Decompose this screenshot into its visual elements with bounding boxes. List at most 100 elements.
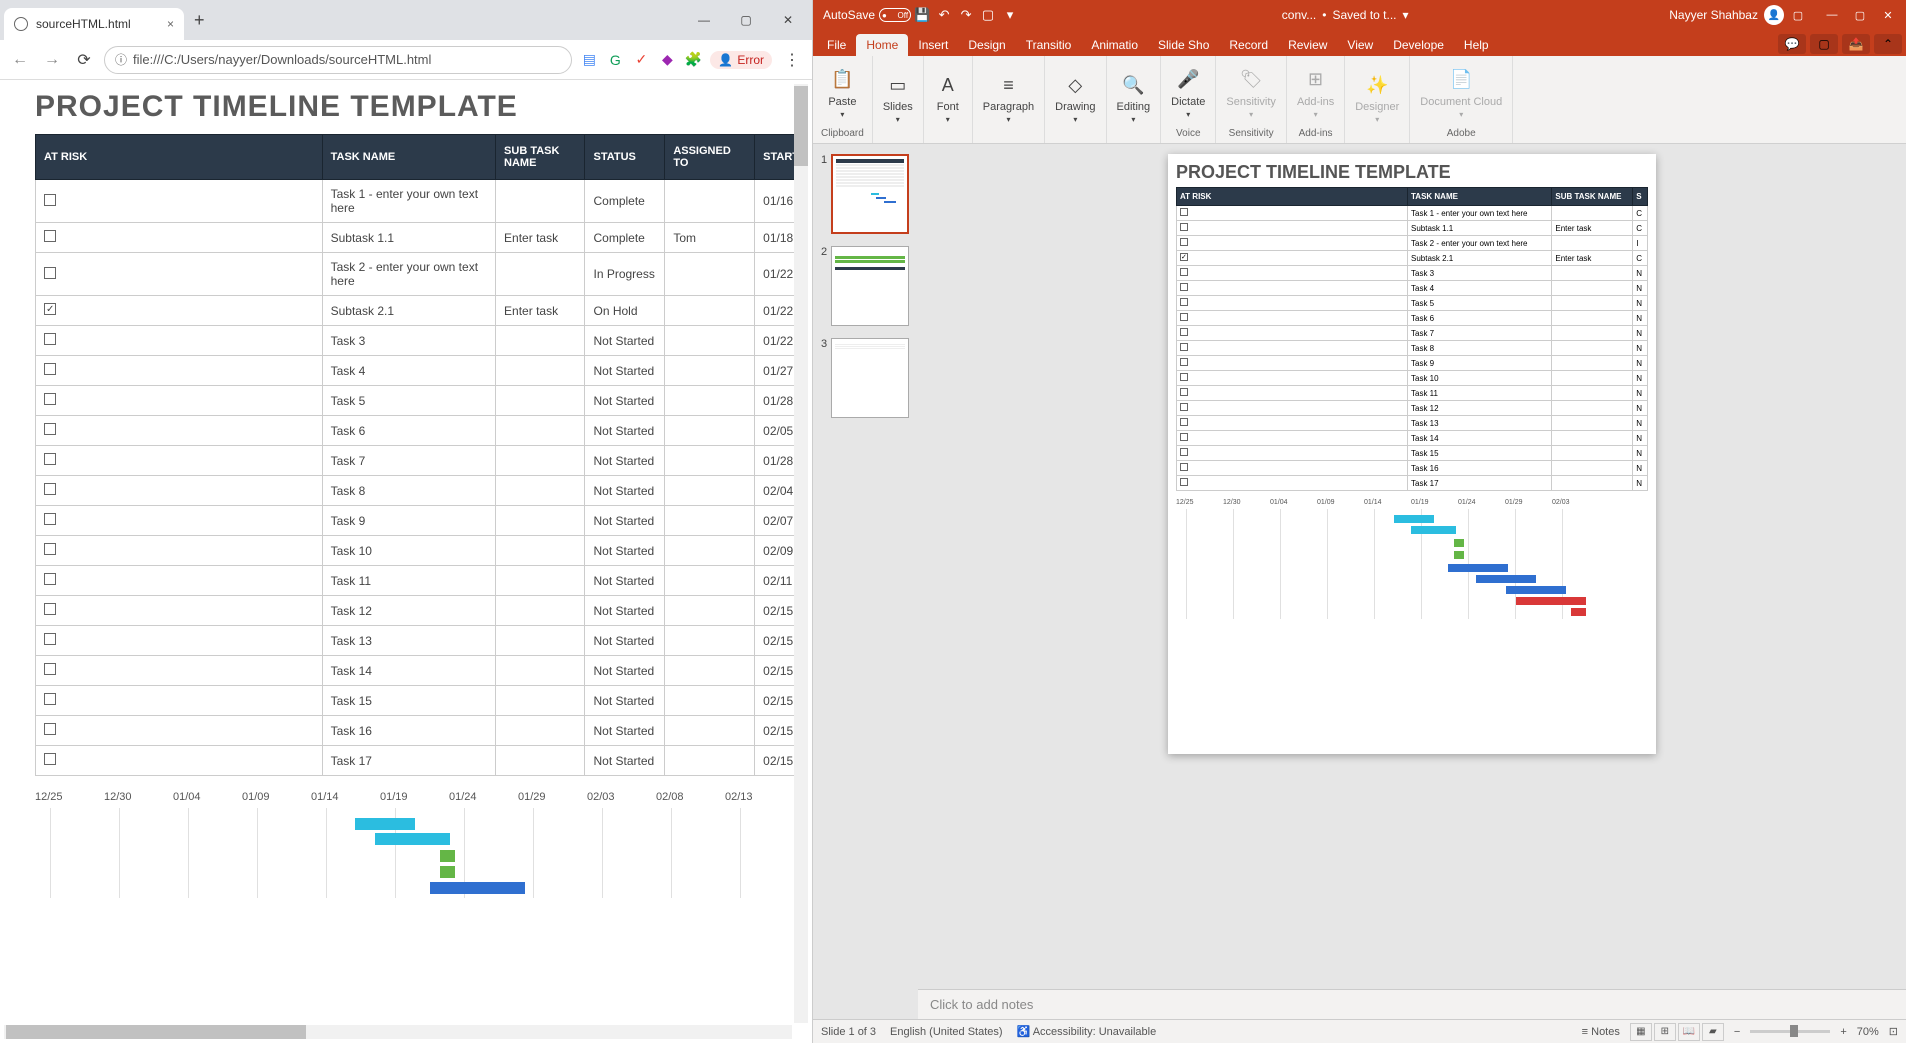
forward-button[interactable]: →: [40, 48, 64, 72]
slide-thumbnail-3[interactable]: [831, 338, 909, 418]
user-account[interactable]: Nayyer Shahbaz 👤: [1669, 5, 1784, 25]
profile-error-badge[interactable]: 👤 Error: [710, 51, 772, 69]
share-button[interactable]: 📤: [1842, 34, 1870, 54]
slide-canvas-area[interactable]: PROJECT TIMELINE TEMPLATE AT RISKTASK NA…: [918, 144, 1906, 989]
gantt-chart: 12/2512/3001/0401/0901/1401/1901/2401/29…: [35, 791, 808, 898]
risk-checkbox[interactable]: [44, 573, 56, 585]
back-button[interactable]: ←: [8, 48, 32, 72]
close-button[interactable]: ✕: [768, 5, 808, 35]
ribbon-group-label: Adobe: [1416, 126, 1506, 141]
risk-checkbox[interactable]: [44, 363, 56, 375]
maximize-button[interactable]: ▢: [1846, 4, 1874, 26]
ribbon-tab-develope[interactable]: Develope: [1383, 34, 1454, 56]
present-button[interactable]: ▢: [1810, 34, 1838, 54]
slide-sorter-button[interactable]: ⊞: [1654, 1023, 1676, 1041]
menu-button[interactable]: ⋮: [780, 48, 804, 72]
slide-counter[interactable]: Slide 1 of 3: [821, 1026, 876, 1038]
new-tab-button[interactable]: +: [194, 10, 205, 31]
save-icon[interactable]: 💾: [911, 4, 933, 26]
accessibility-status[interactable]: ♿ Accessibility: Unavailable: [1017, 1025, 1157, 1038]
ribbon-tab-help[interactable]: Help: [1454, 34, 1499, 56]
maximize-button[interactable]: ▢: [726, 5, 766, 35]
zoom-slider[interactable]: [1750, 1030, 1830, 1033]
slides-button[interactable]: ▭Slides▾: [879, 67, 917, 128]
fit-to-window-button[interactable]: ⊡: [1889, 1025, 1898, 1038]
risk-checkbox[interactable]: [44, 453, 56, 465]
editing-button[interactable]: 🔍Editing▾: [1113, 67, 1155, 128]
slide-thumbnail-2[interactable]: [831, 246, 909, 326]
ribbon-display-button[interactable]: ▢: [1784, 4, 1812, 26]
risk-checkbox[interactable]: [44, 693, 56, 705]
risk-checkbox[interactable]: [44, 303, 56, 315]
ribbon-tab-record[interactable]: Record: [1219, 34, 1278, 56]
browser-tab[interactable]: sourceHTML.html ×: [4, 8, 184, 40]
address-bar[interactable]: ⓘ file:///C:/Users/nayyer/Downloads/sour…: [104, 46, 572, 74]
dictate-icon: 🎤: [1174, 66, 1202, 94]
zoom-out-button[interactable]: −: [1734, 1026, 1740, 1038]
risk-checkbox[interactable]: [44, 194, 56, 206]
risk-checkbox[interactable]: [44, 483, 56, 495]
ribbon-tab-view[interactable]: View: [1337, 34, 1383, 56]
extensions-menu-icon[interactable]: 🧩: [684, 51, 702, 69]
reload-button[interactable]: ⟳: [72, 48, 96, 72]
ribbon-tab-animatio[interactable]: Animatio: [1081, 34, 1148, 56]
risk-checkbox[interactable]: [44, 723, 56, 735]
from-beginning-icon[interactable]: ▢: [977, 4, 999, 26]
risk-checkbox[interactable]: [44, 267, 56, 279]
drawing-button[interactable]: ◇Drawing▾: [1051, 67, 1099, 128]
scroll-thumb[interactable]: [6, 1025, 306, 1039]
minimize-button[interactable]: —: [684, 5, 724, 35]
minimize-button[interactable]: —: [1818, 4, 1846, 26]
horizontal-scrollbar[interactable]: [4, 1025, 792, 1039]
close-button[interactable]: ✕: [1874, 4, 1902, 26]
gantt-bar: [355, 818, 415, 830]
ribbon-tab-slide sho[interactable]: Slide Sho: [1148, 34, 1219, 56]
vertical-scrollbar[interactable]: [794, 84, 808, 1023]
status-cell: N: [1633, 371, 1648, 386]
comments-button[interactable]: 💬: [1778, 34, 1806, 54]
extension-icon[interactable]: ◆: [658, 51, 676, 69]
scroll-thumb[interactable]: [794, 86, 808, 166]
document-title[interactable]: conv... • Saved to t... ▾: [1282, 8, 1409, 22]
slide-canvas[interactable]: PROJECT TIMELINE TEMPLATE AT RISKTASK NA…: [1168, 154, 1656, 754]
gantt-bar: [1454, 551, 1464, 559]
redo-icon[interactable]: ↷: [955, 4, 977, 26]
risk-checkbox[interactable]: [44, 513, 56, 525]
language-status[interactable]: English (United States): [890, 1026, 1003, 1038]
ribbon-tab-design[interactable]: Design: [958, 34, 1015, 56]
risk-checkbox[interactable]: [44, 230, 56, 242]
close-tab-icon[interactable]: ×: [167, 17, 174, 31]
font-button[interactable]: AFont▾: [930, 67, 966, 128]
paste-button[interactable]: 📋Paste▾: [824, 62, 860, 123]
slideshow-button[interactable]: ▰: [1702, 1023, 1724, 1041]
reading-view-button[interactable]: 📖: [1678, 1023, 1700, 1041]
ribbon-tab-insert[interactable]: Insert: [908, 34, 958, 56]
zoom-level[interactable]: 70%: [1857, 1026, 1879, 1038]
autosave-toggle[interactable]: AutoSave ●Off: [823, 8, 911, 22]
risk-checkbox[interactable]: [44, 423, 56, 435]
normal-view-button[interactable]: ▦: [1630, 1023, 1652, 1041]
extension-icon[interactable]: ✓: [632, 51, 650, 69]
risk-checkbox[interactable]: [44, 543, 56, 555]
slide-thumbnail-1[interactable]: [831, 154, 909, 234]
extension-icon[interactable]: G: [606, 51, 624, 69]
ribbon-tab-review[interactable]: Review: [1278, 34, 1337, 56]
undo-icon[interactable]: ↶: [933, 4, 955, 26]
risk-checkbox[interactable]: [44, 663, 56, 675]
risk-checkbox[interactable]: [44, 633, 56, 645]
ribbon-tab-transitio[interactable]: Transitio: [1016, 34, 1082, 56]
notes-toggle[interactable]: ≡ Notes: [1582, 1026, 1620, 1038]
risk-checkbox[interactable]: [44, 333, 56, 345]
collapse-ribbon-button[interactable]: ⌃: [1874, 34, 1902, 54]
extension-icon[interactable]: ▤: [580, 51, 598, 69]
qat-dropdown-icon[interactable]: ▾: [999, 4, 1021, 26]
ribbon-tab-home[interactable]: Home: [856, 34, 908, 56]
risk-checkbox[interactable]: [44, 393, 56, 405]
notes-panel[interactable]: Click to add notes: [918, 989, 1906, 1019]
zoom-in-button[interactable]: +: [1840, 1026, 1846, 1038]
risk-checkbox[interactable]: [44, 603, 56, 615]
dictate-button[interactable]: 🎤Dictate▾: [1167, 62, 1209, 123]
ribbon-tab-file[interactable]: File: [817, 34, 856, 56]
paragraph-button[interactable]: ≡Paragraph▾: [979, 67, 1038, 128]
risk-checkbox[interactable]: [44, 753, 56, 765]
